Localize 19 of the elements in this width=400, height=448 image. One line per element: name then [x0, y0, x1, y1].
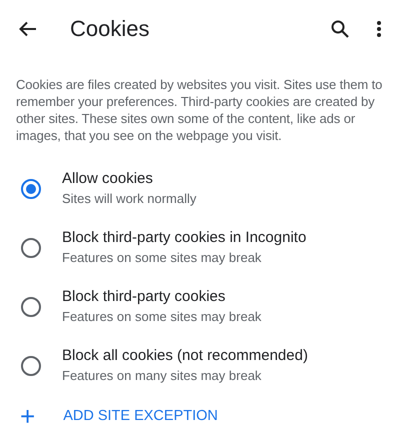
description-text: Cookies are files created by websites you visit. Sites use them to remember your preferences. Third-party cookies are created by other sites. These sites own some of the content, like ads or images, that you see on the webpage you visit. [16, 76, 384, 144]
option-title: Block third-party cookies [62, 287, 226, 307]
radio-button[interactable] [21, 356, 41, 376]
radio-button[interactable] [21, 178, 41, 198]
add-icon[interactable]: + [20, 404, 36, 428]
page-title: Cookies [70, 16, 150, 42]
option-subtitle: Features on some sites may break [62, 308, 262, 326]
search-icon[interactable] [331, 20, 349, 38]
option-title: Allow cookies [62, 169, 154, 189]
radio-button[interactable] [21, 238, 41, 258]
option-subtitle: Features on many sites may break [62, 367, 262, 385]
more-icon[interactable] [377, 21, 381, 37]
back-icon[interactable] [19, 21, 37, 37]
add-site-exception-link[interactable]: ADD SITE EXCEPTION [63, 408, 218, 424]
option-title: Block all cookies (not recommended) [62, 346, 308, 366]
option-subtitle: Features on some sites may break [62, 249, 262, 267]
radio-button[interactable] [21, 296, 41, 316]
option-subtitle: Sites will work normally [62, 190, 196, 208]
option-title: Block third-party cookies in Incognito [62, 228, 306, 248]
